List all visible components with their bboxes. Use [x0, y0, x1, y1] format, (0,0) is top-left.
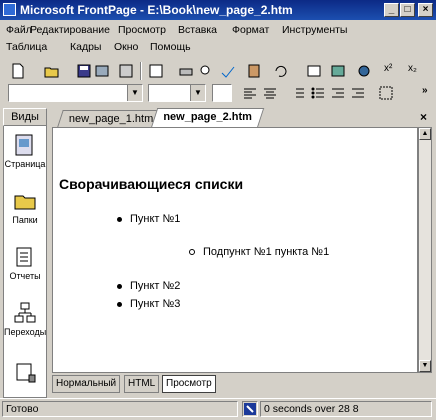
folders-icon [14, 195, 36, 210]
page-editor[interactable]: Сворачивающиеся списки Пункт №1 Подпункт… [52, 127, 418, 373]
standard-toolbar: x² x₂ [0, 60, 436, 82]
publish-icon[interactable] [94, 63, 110, 79]
maximize-button[interactable]: □ [400, 3, 415, 17]
navigation-icon [14, 302, 36, 323]
connection-icon [242, 401, 258, 417]
chevron-down-icon[interactable]: ▼ [127, 85, 142, 101]
print-icon[interactable] [178, 63, 194, 79]
subscript-button[interactable]: x₂ [408, 63, 417, 74]
hyperlinks-icon [16, 363, 36, 383]
menu-format[interactable]: Формат [232, 24, 269, 36]
borders-icon[interactable] [378, 85, 394, 101]
views-header: Виды [3, 108, 47, 126]
list-item: Пункт №2 [117, 280, 180, 292]
tab-new-page-2-label: new_page_2.htm [163, 111, 252, 123]
save-icon[interactable] [76, 63, 92, 79]
list-item-text: Пункт №2 [130, 280, 181, 292]
normal-tab-label: Нормальный [56, 378, 117, 389]
bullets-icon[interactable] [310, 85, 326, 101]
formatting-toolbar: ▼ ▼ » [0, 82, 436, 104]
list-item: Пункт №3 [117, 298, 180, 310]
undo-icon[interactable] [272, 63, 288, 79]
numbering-icon[interactable] [290, 85, 306, 101]
new-page-icon[interactable] [10, 63, 26, 79]
tab-html[interactable]: HTML [124, 375, 160, 393]
frontpage-app-icon [3, 3, 16, 16]
menu-help[interactable]: Помощь [150, 41, 191, 53]
bullet-icon [117, 216, 122, 222]
view-navigation[interactable]: Переходы [4, 301, 46, 337]
menu-file[interactable]: Файл [6, 24, 32, 36]
size-combo[interactable] [212, 84, 232, 102]
vertical-scrollbar[interactable]: ▲ ▼ [418, 127, 432, 373]
menu-bar: Файл Редактирование Просмотр Вставка Фор… [0, 20, 436, 58]
menu-view[interactable]: Просмотр [118, 24, 166, 36]
scroll-up-icon[interactable]: ▲ [419, 128, 431, 140]
toolbar-separator [140, 62, 142, 80]
scroll-down-icon[interactable]: ▼ [419, 360, 431, 372]
preview-tab-label: Просмотр [166, 378, 212, 389]
superscript-button[interactable]: x² [384, 63, 392, 74]
toolbar-options-icon[interactable]: » [422, 85, 428, 96]
list-item: Пункт №1 [117, 213, 180, 225]
view-reports[interactable]: Отчеты [4, 245, 46, 281]
title-bar: Microsoft FrontPage - E:\Book\new_page_2… [0, 0, 436, 20]
view-hyperlinks[interactable] [4, 361, 46, 387]
list-item-text: Подпункт №1 пункта №1 [203, 246, 330, 258]
menu-window[interactable]: Окно [114, 41, 138, 53]
window-title: Microsoft FrontPage - E:\Book\new_page_2… [20, 3, 293, 17]
list-item-text: Пункт №1 [130, 213, 181, 225]
align-center-icon[interactable] [262, 85, 278, 101]
view-navigation-label: Переходы [4, 327, 47, 337]
view-page[interactable]: Страница [4, 133, 46, 169]
tab-new-page-1[interactable]: new_page_1.htm [57, 110, 166, 127]
bullet-icon [117, 283, 122, 289]
menu-tools[interactable]: Инструменты [282, 24, 347, 36]
menu-table[interactable]: Таблица [6, 41, 47, 53]
increase-indent-icon[interactable] [350, 85, 366, 101]
page-view-icon [15, 134, 33, 156]
insert-picture-icon[interactable] [330, 63, 346, 79]
tab-preview[interactable]: Просмотр [162, 375, 216, 393]
minimize-button[interactable]: _ [384, 3, 399, 17]
preview-icon[interactable] [198, 63, 214, 79]
view-reports-label: Отчеты [9, 271, 41, 281]
views-icon[interactable] [148, 63, 164, 79]
open-icon[interactable] [44, 63, 60, 79]
page-heading: Сворачивающиеся списки [59, 176, 244, 192]
align-left-icon[interactable] [242, 85, 258, 101]
paste-icon[interactable] [246, 63, 262, 79]
chevron-down-icon[interactable]: ▼ [190, 85, 205, 101]
tab-new-page-2[interactable]: new_page_2.htm [150, 108, 264, 128]
views-bar: Страница Папки Отчеты Переходы [3, 108, 47, 398]
view-folders[interactable]: Папки [4, 189, 46, 225]
close-button[interactable]: × [418, 3, 433, 17]
hollow-bullet-icon [189, 249, 195, 256]
list-item: Подпункт №1 пункта №1 [189, 246, 329, 258]
status-bar: Готово 0 seconds over 28 8 [0, 398, 436, 418]
close-document-icon[interactable]: × [420, 110, 427, 124]
bullet-icon [117, 301, 122, 307]
insert-table-icon[interactable] [306, 63, 322, 79]
tab-new-page-1-label: new_page_1.htm [68, 113, 154, 125]
decrease-indent-icon[interactable] [330, 85, 346, 101]
download-time: 0 seconds over 28 8 [260, 401, 432, 417]
document-tabs: new_page_1.htm new_page_2.htm × [52, 108, 432, 128]
folder-list-icon[interactable] [118, 63, 134, 79]
hyperlink-icon[interactable] [356, 63, 372, 79]
menu-insert[interactable]: Вставка [178, 24, 217, 36]
style-combo[interactable]: ▼ [8, 84, 143, 102]
menu-frames[interactable]: Кадры [70, 41, 101, 53]
spelling-icon[interactable] [220, 63, 236, 79]
menu-edit[interactable]: Редактирование [30, 24, 110, 36]
reports-icon [16, 247, 32, 267]
list-item-text: Пункт №3 [130, 298, 181, 310]
html-tab-label: HTML [128, 378, 156, 389]
font-combo[interactable]: ▼ [148, 84, 206, 102]
tab-normal[interactable]: Нормальный [52, 375, 121, 393]
status-text: Готово [2, 401, 238, 417]
view-folders-label: Папки [12, 215, 38, 225]
view-page-label: Страница [4, 159, 46, 169]
